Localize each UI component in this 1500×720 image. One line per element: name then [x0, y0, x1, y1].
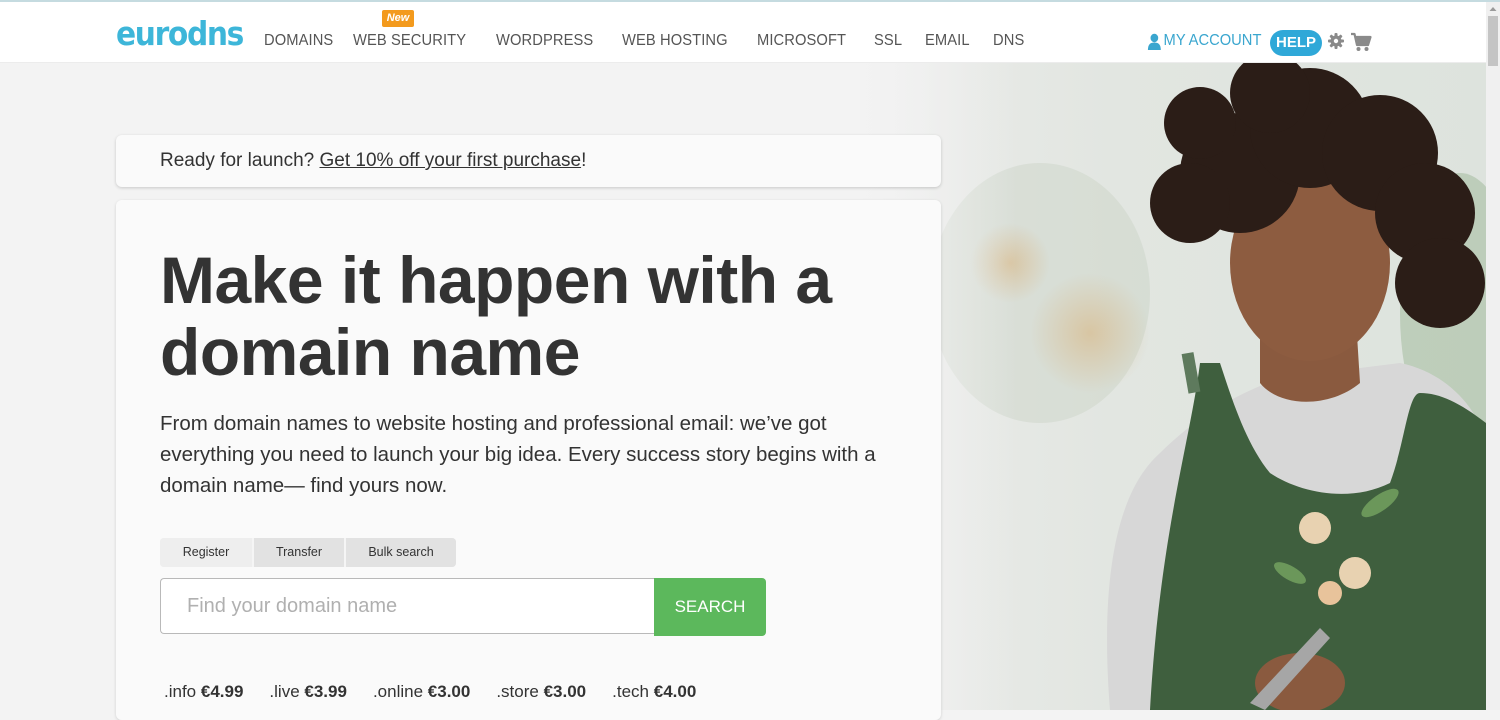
scrollbar[interactable] — [1486, 2, 1500, 710]
scrollbar-thumb[interactable] — [1488, 16, 1498, 66]
tld-price: €3.99 — [304, 682, 347, 701]
tld-name: .info — [164, 682, 197, 701]
domain-search-input[interactable] — [160, 578, 654, 634]
hero-image — [860, 63, 1486, 710]
tld-price-info[interactable]: .info €4.99 — [164, 682, 243, 702]
tld-price: €3.00 — [543, 682, 587, 701]
user-icon — [1147, 33, 1161, 50]
nav-domains[interactable]: DOMAINS — [264, 32, 333, 50]
nav-microsoft[interactable]: MICROSOFT — [757, 32, 846, 50]
hero-subtext: From domain names to website hosting and… — [160, 412, 876, 497]
search-mode-tabs: Register Transfer Bulk search — [160, 538, 456, 567]
tab-bulk-search[interactable]: Bulk search — [344, 538, 456, 567]
tld-price-list: .info €4.99 .live €3.99 .online €3.00 .s… — [164, 682, 722, 702]
main-nav: DOMAINS WEB SECURITY WORDPRESS WEB HOSTI… — [264, 32, 1047, 50]
new-badge: New — [382, 10, 414, 27]
nav-email[interactable]: EMAIL — [925, 32, 970, 50]
promo-prefix: Ready for launch? — [160, 150, 320, 171]
tld-name: .tech — [612, 682, 649, 701]
tld-price-live[interactable]: .live €3.99 — [269, 682, 347, 702]
tld-name: .store — [496, 682, 539, 701]
nav-dns[interactable]: DNS — [993, 32, 1024, 50]
nav-web-hosting[interactable]: WEB HOSTING — [622, 32, 728, 50]
tld-name: .live — [269, 682, 300, 701]
tld-name: .online — [372, 682, 424, 701]
hero-headline: Make it happen with a domain name — [160, 243, 832, 389]
tld-price-online[interactable]: .online €3.00 — [373, 682, 470, 702]
tld-price-store[interactable]: .store €3.00 — [496, 682, 586, 702]
gear-icon[interactable] — [1327, 32, 1345, 50]
my-account-link[interactable]: MY ACCOUNT — [1147, 32, 1261, 50]
cart-icon[interactable] — [1350, 32, 1372, 52]
promo-suffix: ! — [581, 150, 587, 171]
promo-link[interactable]: Get 10% off your first purchase — [320, 150, 582, 171]
nav-wordpress[interactable]: WORDPRESS — [496, 32, 593, 50]
scroll-up-arrow-icon[interactable] — [1488, 4, 1498, 14]
hero-card: Make it happen with a domain name From d… — [116, 200, 941, 720]
tld-price: €4.99 — [200, 682, 244, 701]
eurodns-logo[interactable]: eurodns — [116, 14, 244, 54]
tld-price: €3.00 — [427, 682, 471, 701]
my-account-label: MY ACCOUNT — [1163, 32, 1262, 49]
site-header: eurodns New DOMAINS WEB SECURITY WORDPRE… — [0, 2, 1486, 63]
nav-web-security[interactable]: WEB SECURITY — [353, 32, 466, 50]
tab-transfer[interactable]: Transfer — [252, 538, 344, 567]
help-button[interactable]: HELP — [1270, 30, 1322, 56]
promo-banner: Ready for launch? Get 10% off your first… — [116, 135, 941, 187]
tab-register[interactable]: Register — [160, 538, 252, 567]
nav-ssl[interactable]: SSL — [874, 32, 902, 50]
woman-with-apron-photo — [860, 63, 1486, 710]
promo-text: Ready for launch? Get 10% off your first… — [160, 150, 586, 172]
search-button[interactable]: SEARCH — [654, 578, 766, 636]
tld-price: €4.00 — [653, 682, 697, 701]
tld-price-tech[interactable]: .tech €4.00 — [612, 682, 696, 702]
